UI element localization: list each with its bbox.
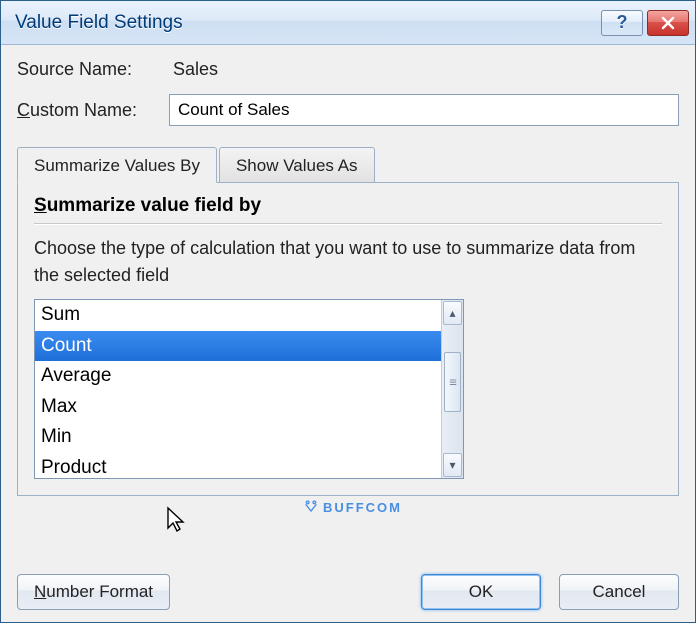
ok-button[interactable]: OK: [421, 574, 541, 610]
tab-panel: Summarize value field by Choose the type…: [17, 182, 679, 496]
cancel-button[interactable]: Cancel: [559, 574, 679, 610]
cursor-icon: [166, 506, 188, 539]
list-item[interactable]: Min: [35, 422, 441, 453]
tab-strip: Summarize Values By Show Values As: [17, 146, 679, 182]
watermark: BUFFCOM: [303, 499, 402, 515]
number-format-button[interactable]: Number Format: [17, 574, 170, 610]
list-item[interactable]: Max: [35, 392, 441, 423]
dialog-title: Value Field Settings: [15, 12, 601, 34]
section-description: Choose the type of calculation that you …: [34, 235, 662, 289]
list-item[interactable]: Sum: [35, 300, 441, 331]
list-item[interactable]: Product: [35, 453, 441, 478]
section-divider: [34, 223, 662, 225]
scrollbar[interactable]: ▴ ▾: [441, 300, 463, 478]
list-item[interactable]: Average: [35, 361, 441, 392]
source-name-value: Sales: [169, 59, 218, 80]
source-name-label: Source Name:: [17, 59, 169, 80]
scroll-thumb[interactable]: [444, 352, 461, 412]
scroll-track[interactable]: [442, 412, 463, 452]
help-button[interactable]: ?: [601, 10, 643, 36]
dialog-body: Source Name: Sales Custom Name: Summariz…: [1, 45, 695, 622]
scroll-up-arrow[interactable]: ▴: [443, 301, 462, 325]
close-button[interactable]: [647, 10, 689, 36]
custom-name-row: Custom Name:: [17, 94, 679, 126]
list-item[interactable]: Count: [35, 331, 441, 362]
section-heading: Summarize value field by: [34, 195, 662, 217]
source-name-row: Source Name: Sales: [17, 59, 679, 80]
close-icon: [660, 16, 676, 30]
titlebar-buttons: ?: [601, 10, 689, 36]
scroll-down-arrow[interactable]: ▾: [443, 453, 462, 477]
custom-name-label: Custom Name:: [17, 100, 169, 121]
dialog-footer: Number Format OK Cancel: [17, 552, 679, 610]
custom-name-input[interactable]: [169, 94, 679, 126]
help-icon: ?: [617, 12, 628, 33]
value-field-settings-dialog: Value Field Settings ? Source Name: Sale…: [0, 0, 696, 623]
calculation-listbox[interactable]: SumCountAverageMaxMinProduct ▴ ▾: [34, 299, 464, 479]
titlebar[interactable]: Value Field Settings ?: [1, 1, 695, 45]
tab-show-values-as[interactable]: Show Values As: [219, 147, 375, 183]
tab-summarize-values-by[interactable]: Summarize Values By: [17, 147, 217, 183]
